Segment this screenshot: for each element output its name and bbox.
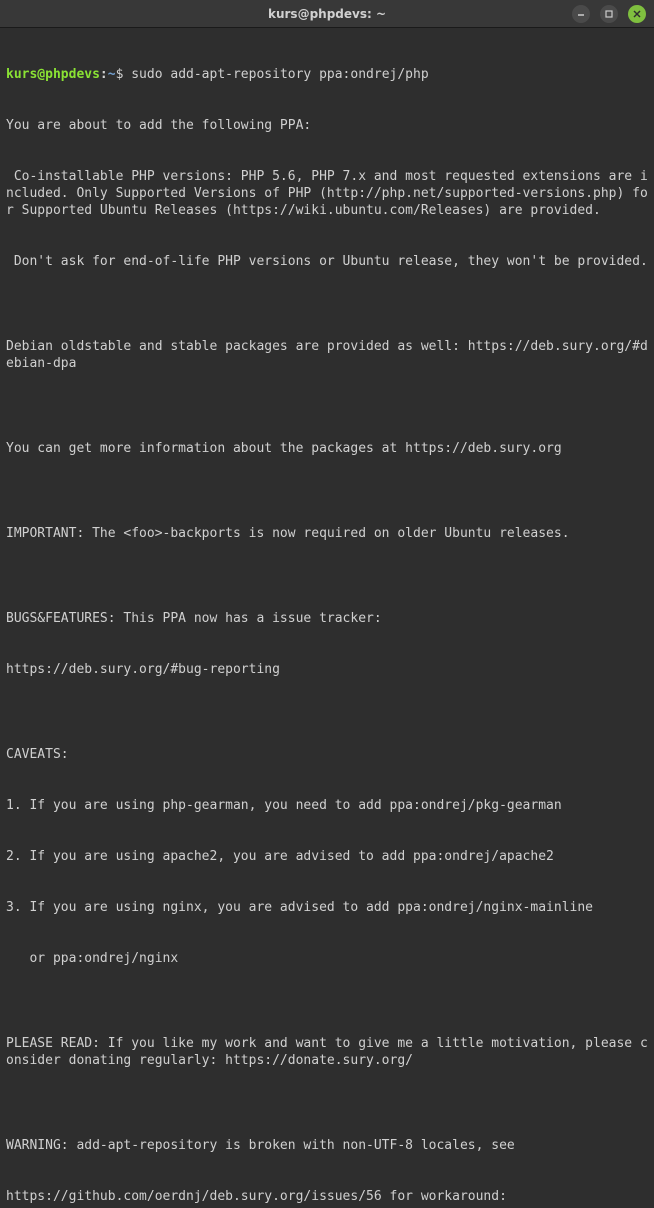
prompt-separator: : xyxy=(100,67,108,82)
output-line: You can get more information about the p… xyxy=(6,440,648,457)
output-line: Don't ask for end-of-life PHP versions o… xyxy=(6,253,648,270)
output-line: PLEASE READ: If you like my work and wan… xyxy=(6,1035,648,1069)
window-titlebar: kurs@phpdevs: ~ xyxy=(0,0,654,28)
output-line: CAVEATS: xyxy=(6,746,648,763)
prompt-symbol: $ xyxy=(116,67,124,82)
output-line: Co-installable PHP versions: PHP 5.6, PH… xyxy=(6,168,648,219)
window-controls xyxy=(487,5,647,23)
prompt-user-host: kurs@phpdevs xyxy=(6,67,100,82)
window-title: kurs@phpdevs: ~ xyxy=(168,7,487,21)
output-line: https://deb.sury.org/#bug-reporting xyxy=(6,661,648,678)
prompt-path: ~ xyxy=(108,67,116,82)
output-line: 2. If you are using apache2, you are adv… xyxy=(6,848,648,865)
output-line: Debian oldstable and stable packages are… xyxy=(6,338,648,372)
close-icon[interactable] xyxy=(628,5,646,23)
terminal-body[interactable]: kurs@phpdevs:~$ sudo add-apt-repository … xyxy=(0,28,654,1208)
output-line: or ppa:ondrej/nginx xyxy=(6,950,648,967)
output-line: WARNING: add-apt-repository is broken wi… xyxy=(6,1137,648,1154)
output-line: 3. If you are using nginx, you are advis… xyxy=(6,899,648,916)
output-line: You are about to add the following PPA: xyxy=(6,117,648,134)
minimize-icon[interactable] xyxy=(572,5,590,23)
prompt-line: kurs@phpdevs:~$ sudo add-apt-repository … xyxy=(6,66,648,83)
output-line: IMPORTANT: The <foo>-backports is now re… xyxy=(6,525,648,542)
output-line: 1. If you are using php-gearman, you nee… xyxy=(6,797,648,814)
output-line: https://github.com/oerdnj/deb.sury.org/i… xyxy=(6,1188,648,1205)
maximize-icon[interactable] xyxy=(600,5,618,23)
prompt-command: sudo add-apt-repository ppa:ondrej/php xyxy=(131,67,428,82)
output-line: BUGS&FEATURES: This PPA now has a issue … xyxy=(6,610,648,627)
